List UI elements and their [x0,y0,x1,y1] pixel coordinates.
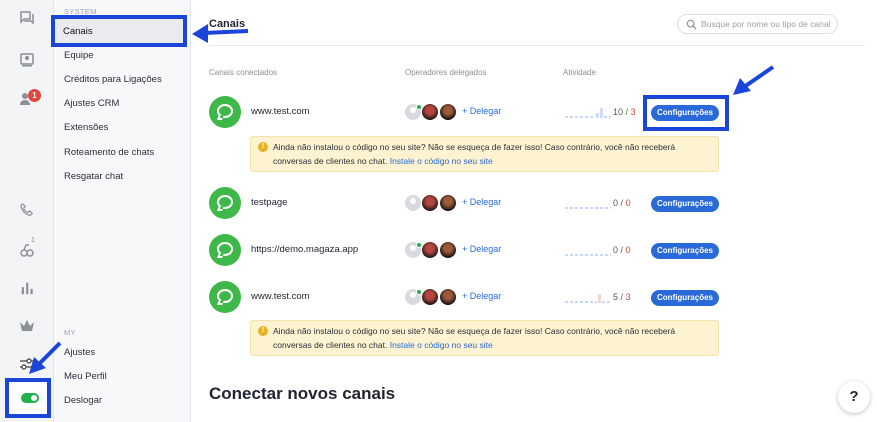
avatar [422,195,438,211]
install-warning: ! Ainda não instalou o código no seu sit… [250,320,719,356]
activity-value: 0 / 0 [613,245,631,255]
stats-icon[interactable] [17,278,37,298]
crown-icon[interactable] [17,316,37,336]
avatar [422,104,438,120]
delegate-link[interactable]: + Delegar [462,106,501,116]
chat-icon[interactable] [17,8,37,28]
avatar [440,289,456,305]
install-warning: ! Ainda não instalou o código no seu sit… [250,136,719,172]
activity-sparkline [565,108,611,118]
avatar [440,104,456,120]
activity: 0 / 0 [565,196,645,210]
channel-name: https://demo.magaza.app [251,244,359,255]
warning-text: Ainda não instalou o código no seu site?… [273,326,676,350]
help-button[interactable]: ? [838,381,870,413]
warning-text: Ainda não instalou o código no seu site?… [273,142,676,166]
channel-row: www.test.com + Delegar 5 / 3 Configuraçõ… [209,281,865,315]
search-input[interactable] [701,17,835,31]
channel-row: https://demo.magaza.app + Delegar 0 / 0 … [209,234,865,268]
activity: 0 / 0 [565,243,645,257]
users-badge: 1 [28,89,41,102]
configuracoes-button[interactable]: Configurações [651,196,719,212]
header-divider [209,45,865,46]
my-section-label: MY [64,328,76,337]
activity-sparkline [565,207,611,209]
search-box[interactable] [677,14,838,34]
configuracoes-button[interactable]: Configurações [651,243,719,259]
nav-item-roteamento[interactable]: Roteamento de chats [64,145,154,161]
delegate-link[interactable]: + Delegar [462,197,501,207]
nav-item-meu-perfil[interactable]: Meu Perfil [64,369,107,385]
col-header-activity: Atividade [563,68,596,77]
avatar [422,242,438,258]
nav-item-resgatar[interactable]: Resgatar chat [64,169,123,185]
bot-sup: 1 [31,237,35,244]
channel-name: testpage [251,197,288,208]
nav-item-canais[interactable]: Canais [51,15,187,47]
search-icon [686,19,697,30]
online-dot [416,104,422,110]
chat-bubble-icon [209,281,241,313]
inbox-icon[interactable] [17,50,37,70]
install-code-link[interactable]: Instale o código no seu site [390,340,493,350]
channel-row: testpage + Delegar 0 / 0 Configurações [209,187,865,221]
chat-bubble-icon [209,96,241,128]
activity-value: 10 / 3 [613,107,636,117]
activity-sparkline [565,254,611,256]
nav-item-deslogar[interactable]: Deslogar [64,393,102,409]
avatar [440,242,456,258]
toggle-highlight [5,378,51,418]
activity-value: 0 / 0 [613,198,631,208]
icon-rail: 1 1 [0,0,54,422]
channel-name: www.test.com [251,106,310,117]
configuracoes-button[interactable]: Configurações [651,290,719,306]
main-content: Canais Canais conectados Operadores dele… [191,0,877,422]
config-highlight [643,95,729,131]
connect-new-channels-title: Conectar novos canais [209,384,396,403]
delegate-link[interactable]: + Delegar [462,291,501,301]
activity: 5 / 3 [565,290,645,304]
nav-item-ajustes-crm[interactable]: Ajustes CRM [64,96,119,112]
phone-icon[interactable] [17,200,37,220]
col-header-connected: Canais conectados [209,68,278,77]
activity-sparkline [565,294,611,303]
nav-item-canais-label: Canais [63,26,93,37]
online-dot [416,289,422,295]
install-code-link[interactable]: Instale o código no seu site [390,156,493,166]
settings-sidebar: SYSTEM Equipe Créditos para Ligações Aju… [54,0,191,422]
channel-name: www.test.com [251,291,310,302]
nav-item-equipe[interactable]: Equipe [64,48,94,64]
delegate-link[interactable]: + Delegar [462,244,501,254]
online-dot [416,242,422,248]
nav-item-creditos[interactable]: Créditos para Ligações [64,72,162,88]
activity: 10 / 3 [565,105,645,119]
status-toggle[interactable] [21,393,39,403]
avatar [405,195,421,211]
activity-value: 5 / 3 [613,292,631,302]
avatar [440,195,456,211]
avatar [422,289,438,305]
channel-row: www.test.com + Delegar 10 / 3 Configuraç… [209,96,865,130]
warning-icon: ! [258,142,268,152]
warning-icon: ! [258,326,268,336]
sliders-icon[interactable] [17,354,37,374]
chat-bubble-icon [209,234,241,266]
nav-item-extensoes[interactable]: Extensões [64,120,108,136]
page-title: Canais [209,18,246,30]
chat-bubbles-icon [209,187,241,219]
nav-item-ajustes[interactable]: Ajustes [64,345,95,361]
col-header-operators: Operadores delegados [405,68,487,77]
